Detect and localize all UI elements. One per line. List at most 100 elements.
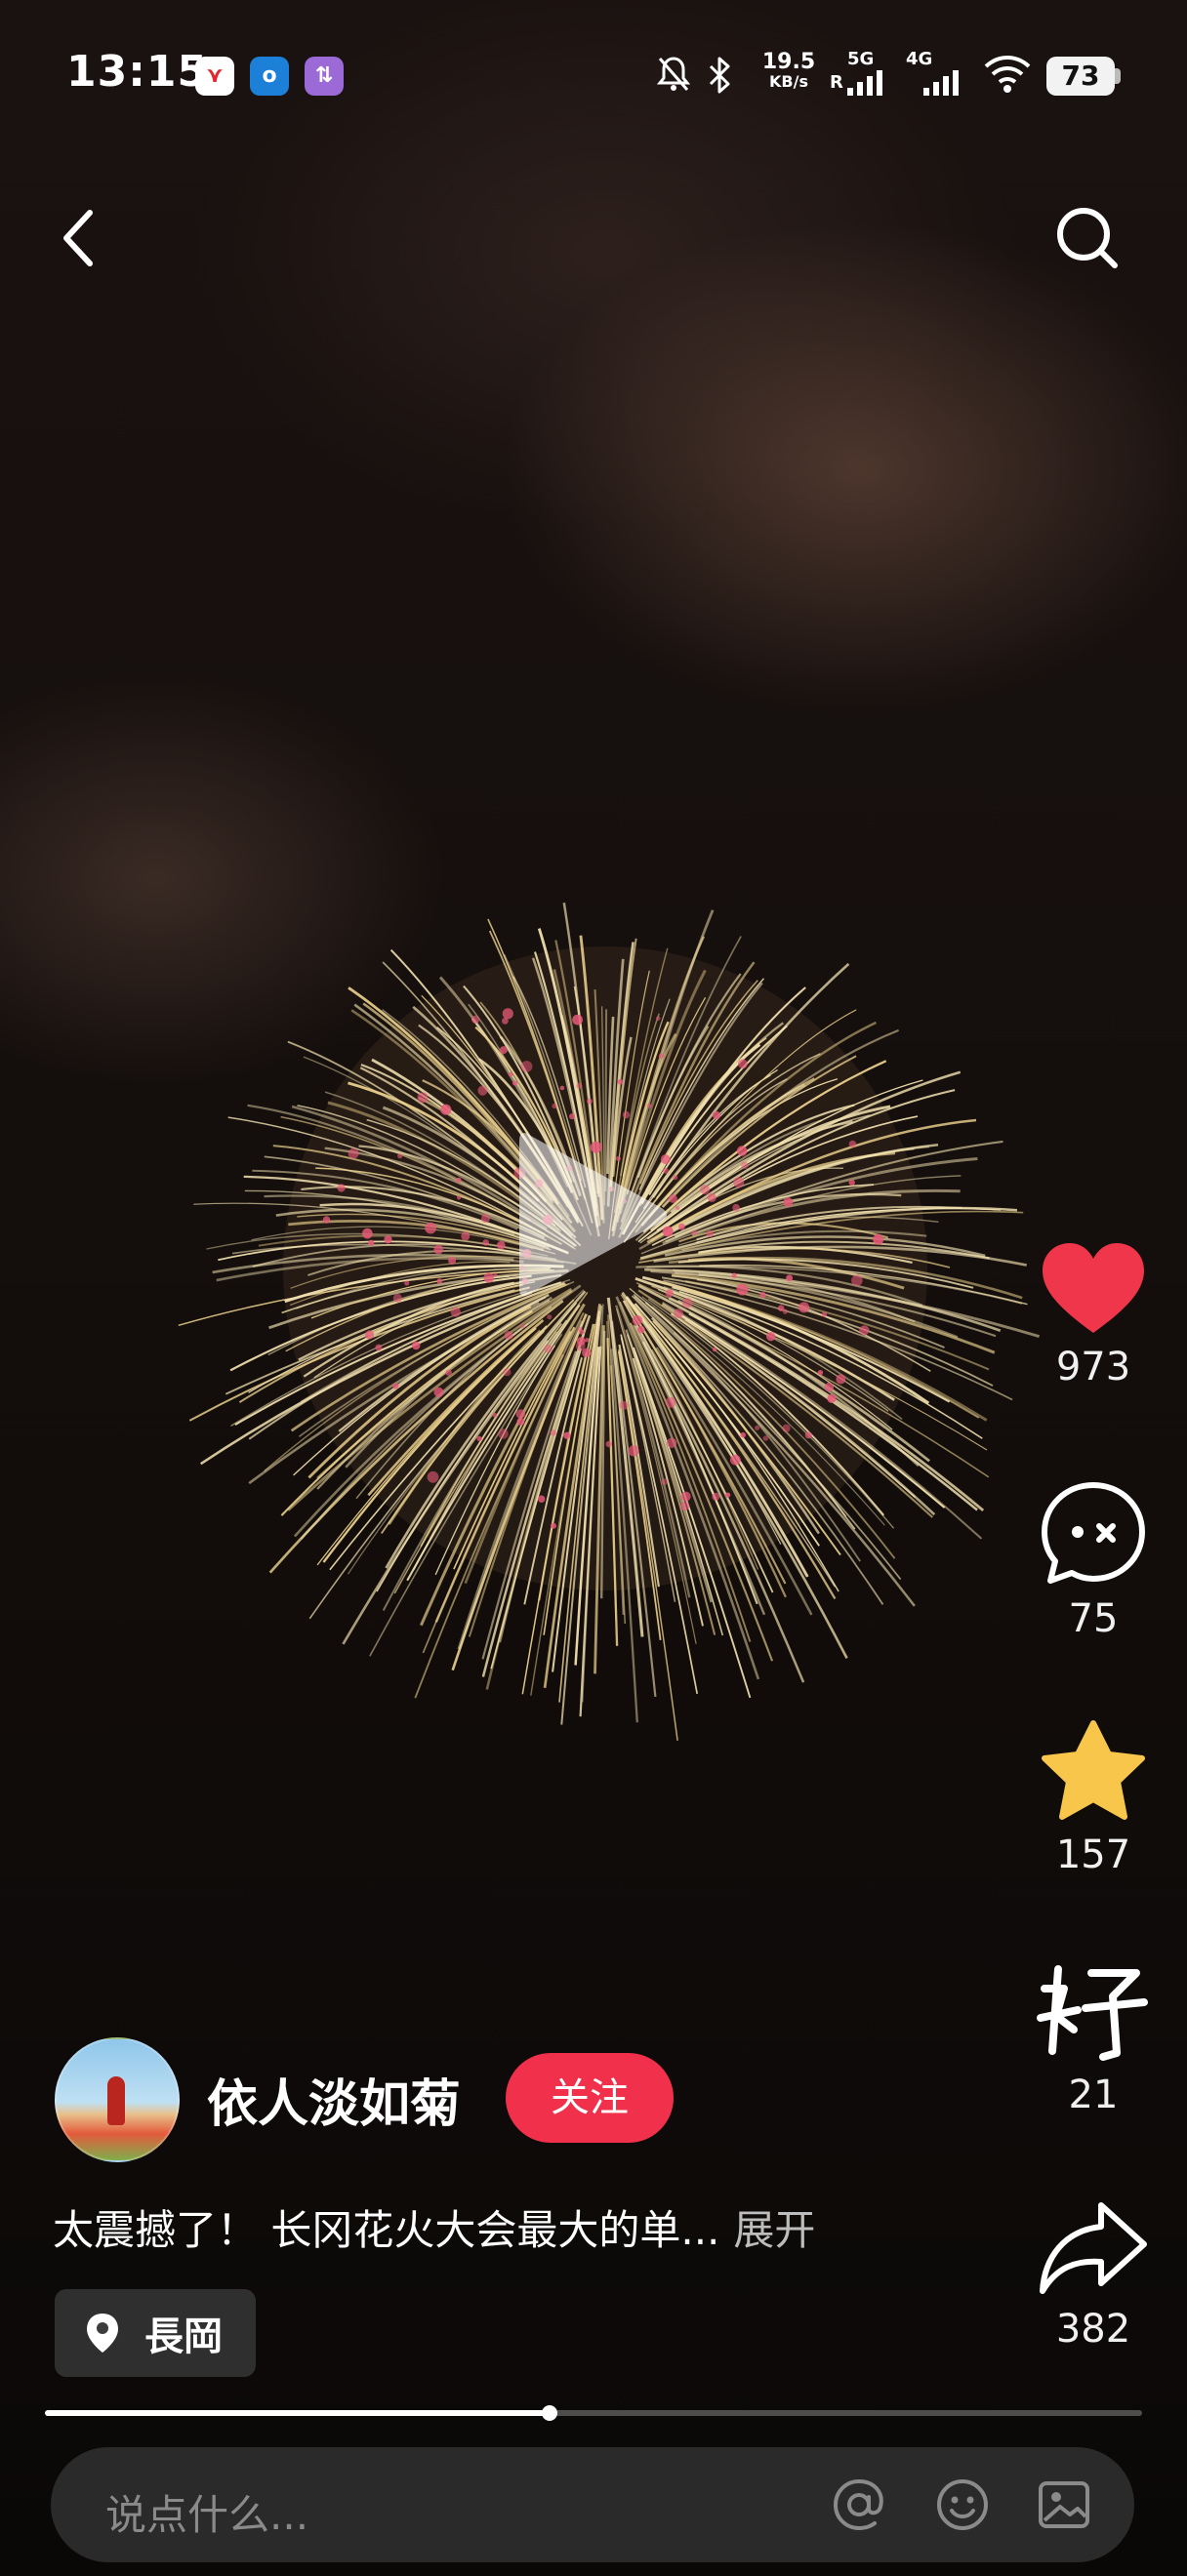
firework-sparkle [628,1445,639,1457]
roaming-label: R [830,72,843,93]
location-chip[interactable]: 長岡 [55,2289,256,2377]
firework-sparkle [322,1216,331,1224]
firework-sparkle [836,1374,846,1385]
firework-sparkle [821,1311,828,1317]
firework-sparkle [736,1146,748,1156]
video-frame-firework[interactable] [117,800,1132,1834]
favorite-action[interactable]: 157 [1025,1719,1162,1877]
comment-count: 75 [1068,1596,1119,1641]
firework-sparkle [741,1161,749,1170]
firework-sparkle [777,1305,785,1311]
play-icon[interactable] [508,1122,674,1308]
progress-fill [45,2410,551,2416]
chevron-left-icon [63,210,93,266]
like-action[interactable]: 973 [1025,1239,1162,1389]
firework-sparkle [456,1177,462,1183]
search-button[interactable] [1048,199,1126,277]
firework-sparkle [480,1213,491,1224]
firework-sparkle [503,1368,512,1377]
firework-sparkle [617,1079,624,1085]
firework-sparkle [804,1431,812,1439]
firework-sparkle [666,1437,677,1448]
firework-sparkle [848,1179,855,1187]
firework-sparkle [786,1274,794,1282]
firework-sparkle [572,1014,583,1026]
firework-sparkle [712,1110,721,1120]
firework-sparkle [502,1008,513,1020]
firework-sparkle [798,1302,810,1313]
share-arrow-icon [1040,2202,1147,2294]
firework-sparkle [348,1147,359,1159]
good-action[interactable]: 21 [1025,1959,1162,2117]
firework-sparkle [425,1222,436,1234]
firework-sparkle [817,1370,824,1376]
expand-link[interactable]: 展开 [733,2206,815,2254]
signal-bars-icon [847,70,882,96]
firework-sparkle [732,1203,740,1212]
firework-sparkle [665,1396,676,1408]
firework-sparkle [680,1491,691,1502]
net-speed: 19.5 KB/s [761,50,816,92]
share-action[interactable]: 382 [1025,2197,1162,2352]
firework-sparkle [656,1016,661,1021]
firework-sparkle [397,1153,403,1159]
mention-icon[interactable] [830,2475,888,2534]
firework-sparkle [515,1409,526,1419]
comment-input[interactable]: 说点什么... [105,2482,308,2542]
firework-sparkle [731,1272,737,1278]
back-button[interactable] [39,199,117,277]
firework-sparkle [619,1400,629,1410]
star-icon [1042,1720,1145,1820]
firework-sparkle [544,1344,553,1353]
video-progress-bar[interactable] [45,2405,1142,2421]
firework-sparkle [681,1298,693,1308]
firework-sparkle [755,1425,760,1430]
share-count: 382 [1055,2307,1131,2352]
mute-bell-icon [656,57,691,91]
status-time: 13:15 [66,47,209,97]
firework-sparkle [552,1103,557,1109]
author-avatar[interactable] [55,2037,180,2162]
good-char-icon [1037,1965,1148,2061]
progress-handle[interactable] [542,2405,558,2421]
transfer-app-icon: ⇅ [305,57,344,96]
firework-sparkle [712,1492,720,1501]
follow-button[interactable]: 关注 [506,2053,674,2143]
comment-input-bar[interactable]: 说点什么... [51,2447,1134,2562]
comment-action[interactable]: 75 [1025,1479,1162,1641]
firework-sparkle [740,1431,746,1438]
firework-sparkle [632,1315,643,1326]
battery-indicator: 73 [1046,57,1115,96]
firework-sparkle [759,1292,766,1299]
firework-sparkle [512,1080,518,1086]
firework-sparkle [762,1435,769,1441]
firework-sparkle [492,1412,498,1418]
status-bar: 13:15 ⋎ o ⇅ 19.5 KB/s 5G R 4G 73 [0,0,1187,146]
firework-sparkle [782,1424,791,1432]
outlook-icon: o [250,57,289,96]
firework-sparkle [516,1418,525,1426]
firework-sparkle [691,1229,697,1236]
wifi-icon [984,56,1031,93]
firework-sparkle [450,1307,461,1317]
heart-icon [1043,1243,1144,1333]
firework-sparkle [646,1103,652,1108]
firework-sparkle [738,1059,748,1069]
post-caption[interactable]: 太震撼了！ 长冈花火大会最大的单... 展开 [53,2197,815,2257]
firework-sparkle [622,1110,631,1119]
author-name[interactable]: 依人淡如菊 [207,2063,461,2136]
firework-sparkle [482,1239,490,1246]
firework-sparkle [605,1440,612,1448]
firework-sparkle [551,1522,556,1529]
net-speed-value: 19.5 [761,50,816,74]
like-count: 973 [1055,1345,1131,1389]
firework-sparkle [661,1478,669,1485]
firework-sparkle [392,1383,399,1389]
firework-sparkle [417,1092,429,1104]
firework-sparkle [575,1341,586,1351]
firework-sparkle [733,1177,745,1188]
firework-sparkle [504,1331,513,1340]
image-icon[interactable] [1035,2475,1093,2534]
firework-sparkle [725,1492,731,1498]
emoji-icon[interactable] [933,2475,992,2534]
